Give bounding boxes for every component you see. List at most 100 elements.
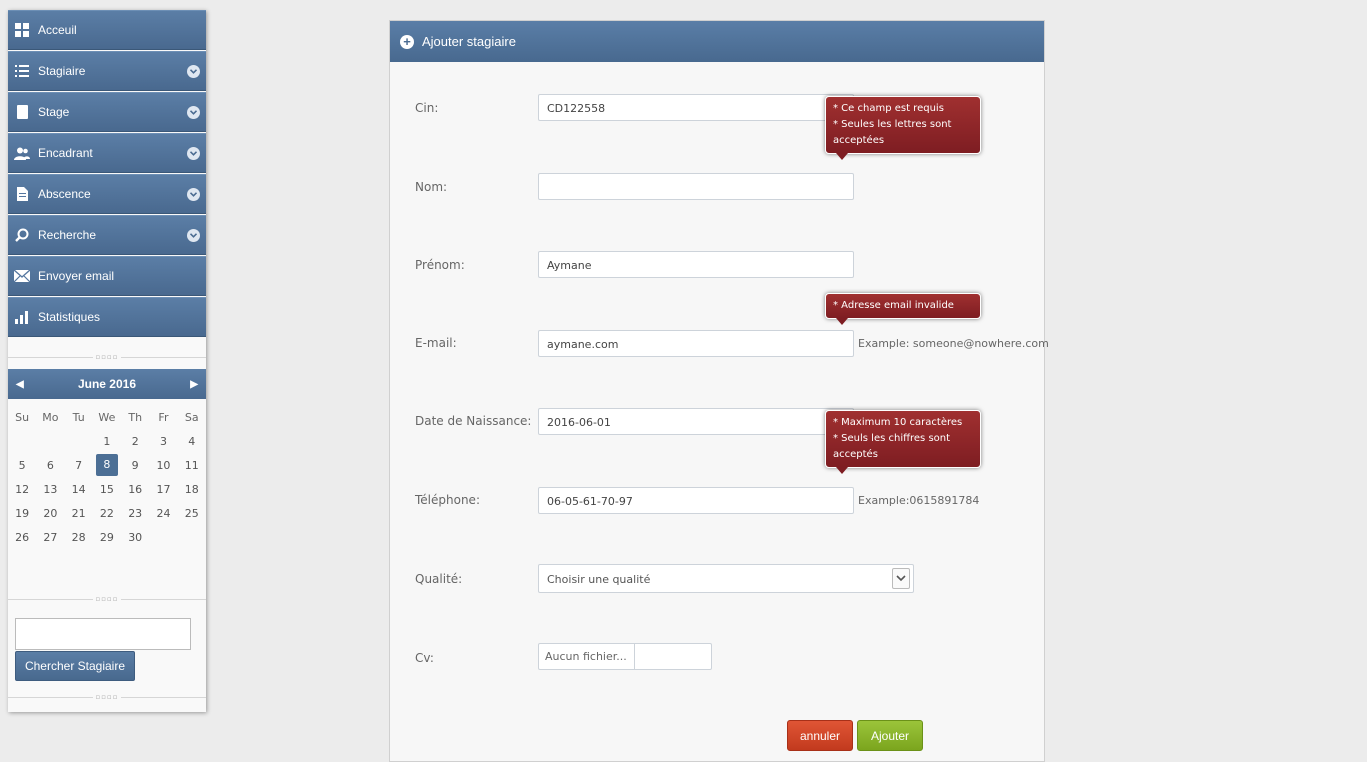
- calendar-weekday-row: Su Mo Tu We Th Fr Sa: [8, 405, 206, 429]
- sidebar-item-label: Encadrant: [38, 146, 93, 160]
- cin-input[interactable]: CD122558: [538, 94, 854, 121]
- calendar-day[interactable]: 15: [93, 483, 121, 496]
- chevron-down-icon[interactable]: [892, 568, 910, 589]
- sidebar-item-acceuil[interactable]: Acceuil: [8, 10, 206, 50]
- sidebar-item-label: Recherche: [38, 228, 97, 242]
- sidebar-item-statistiques[interactable]: Statistiques: [8, 297, 206, 337]
- nom-input[interactable]: [538, 173, 854, 200]
- calendar-day[interactable]: 28: [65, 531, 93, 544]
- error-message: * Ce champ est requis: [833, 103, 944, 114]
- chevron-down-icon[interactable]: [187, 228, 200, 242]
- prev-month-icon[interactable]: ◀: [16, 379, 24, 390]
- chevron-down-icon[interactable]: [187, 187, 200, 201]
- calendar-grid: Su Mo Tu We Th Fr Sa 1 2 3 4 5 6 7 8 9 10 11 12 13 14 15 16 17 1…: [8, 405, 206, 549]
- sidebar-item-abscence[interactable]: Abscence: [8, 174, 206, 214]
- sidebar-item-envoyer-email[interactable]: Envoyer email: [8, 256, 206, 296]
- cin-label: Cin:: [415, 101, 439, 115]
- sidebar-item-recherche[interactable]: Recherche: [8, 215, 206, 255]
- error-message: * Adresse email invalide: [833, 300, 954, 311]
- calendar-day[interactable]: 23: [121, 507, 149, 520]
- cv-file-input[interactable]: Aucun fichier...: [538, 643, 712, 670]
- divider: ▫▫▫▫: [8, 352, 206, 362]
- sidebar-item-label: Abscence: [38, 187, 91, 201]
- calendar-day[interactable]: 10: [149, 459, 177, 472]
- error-message: * Seuls les chiffres sont acceptés: [833, 433, 951, 460]
- calendar-day[interactable]: 9: [121, 459, 149, 472]
- calendar-day[interactable]: 21: [65, 507, 93, 520]
- calendar-day[interactable]: 29: [93, 531, 121, 544]
- chevron-down-icon[interactable]: [187, 105, 200, 119]
- calendar-weekday: Sa: [184, 410, 199, 424]
- calendar-day[interactable]: 16: [121, 483, 149, 496]
- sidebar-item-stagiaire[interactable]: Stagiaire: [8, 51, 206, 91]
- sidebar-item-stage[interactable]: Stage: [8, 92, 206, 132]
- file-icon: [14, 186, 30, 202]
- next-month-icon[interactable]: ▶: [190, 379, 198, 390]
- dashboard-icon: [14, 22, 30, 38]
- calendar-weekday: Tu: [72, 410, 85, 424]
- calendar-day[interactable]: 13: [36, 483, 64, 496]
- calendar-week-row: 1234: [8, 429, 206, 453]
- telephone-hint: Example:0615891784: [858, 494, 980, 507]
- envelope-icon: [14, 268, 30, 284]
- calendar-day[interactable]: 6: [36, 459, 64, 472]
- sidebar-item-label: Stagiaire: [38, 64, 86, 78]
- calendar-week-row: 5 6 7 8 9 10 11: [8, 453, 206, 477]
- calendar-day[interactable]: 26: [8, 531, 36, 544]
- calendar-day[interactable]: 25: [178, 507, 206, 520]
- sidebar: Acceuil Stagiaire Stage Encadrant Abscence Re…: [8, 10, 206, 712]
- telephone-input[interactable]: 06-05-61-70-97: [538, 487, 854, 514]
- stagiaire-search-input[interactable]: [15, 618, 191, 650]
- prenom-input[interactable]: Aymane: [538, 251, 854, 278]
- calendar-day[interactable]: 7: [65, 459, 93, 472]
- calendar-header: ◀ June 2016 ▶: [8, 369, 206, 399]
- calendar-day[interactable]: 18: [178, 483, 206, 496]
- calendar-day[interactable]: 12: [8, 483, 36, 496]
- cv-label: Cv:: [415, 651, 434, 665]
- cancel-button[interactable]: annuler: [787, 720, 853, 751]
- calendar-day[interactable]: 22: [93, 507, 121, 520]
- cv-file-name: Aucun fichier...: [539, 644, 635, 669]
- calendar-day[interactable]: 17: [149, 483, 177, 496]
- qualite-label: Qualité:: [415, 572, 463, 586]
- calendar-day[interactable]: 14: [65, 483, 93, 496]
- calendar-week-row: 12 13 14 15 16 17 18: [8, 477, 206, 501]
- calendar-month-label: June 2016: [77, 377, 137, 391]
- calendar-day[interactable]: 27: [36, 531, 64, 544]
- calendar-weekday: Mo: [42, 410, 59, 424]
- submit-button[interactable]: Ajouter: [857, 720, 923, 751]
- calendar-day[interactable]: 11: [178, 459, 206, 472]
- chevron-down-icon[interactable]: [187, 146, 200, 160]
- sidebar-item-encadrant[interactable]: Encadrant: [8, 133, 206, 173]
- sidebar-item-label: Envoyer email: [38, 269, 115, 283]
- plus-circle-icon: +: [400, 34, 414, 49]
- search-stagiaire-button[interactable]: Chercher Stagiaire: [15, 651, 135, 681]
- calendar-day[interactable]: 19: [8, 507, 36, 520]
- calendar-weekday: Fr: [158, 410, 169, 424]
- date-naissance-input[interactable]: 2016-06-01: [538, 408, 854, 435]
- search-icon: [14, 227, 30, 243]
- sidebar-item-label: Stage: [38, 105, 70, 119]
- calendar-week-row: 26 27 28 29 30: [8, 525, 206, 549]
- calendar-day[interactable]: 2: [121, 435, 149, 448]
- qualite-select[interactable]: Choisir une qualité: [538, 564, 914, 593]
- calendar-day[interactable]: 30: [121, 531, 149, 544]
- calendar-day[interactable]: 8: [95, 454, 118, 476]
- chevron-down-icon[interactable]: [187, 64, 200, 78]
- panel-header: + Ajouter stagiaire: [390, 21, 1044, 62]
- email-input[interactable]: aymane.com: [538, 330, 854, 357]
- tablet-icon: [14, 104, 30, 120]
- telephone-label: Téléphone:: [415, 493, 480, 507]
- calendar-weekday: We: [98, 410, 116, 424]
- error-message: * Seules les lettres sont acceptées: [833, 119, 952, 146]
- calendar-day[interactable]: 24: [149, 507, 177, 520]
- calendar-day[interactable]: 20: [36, 507, 64, 520]
- panel-title: Ajouter stagiaire: [422, 34, 516, 49]
- nom-label: Nom:: [415, 180, 448, 194]
- calendar-day[interactable]: 1: [93, 435, 121, 448]
- date-naissance-label: Date de Naissance:: [415, 414, 532, 428]
- calendar-day[interactable]: 4: [178, 435, 206, 448]
- calendar-day[interactable]: 5: [8, 459, 36, 472]
- calendar-day[interactable]: 3: [149, 435, 177, 448]
- email-hint: Example: someone@nowhere.com: [858, 337, 1049, 350]
